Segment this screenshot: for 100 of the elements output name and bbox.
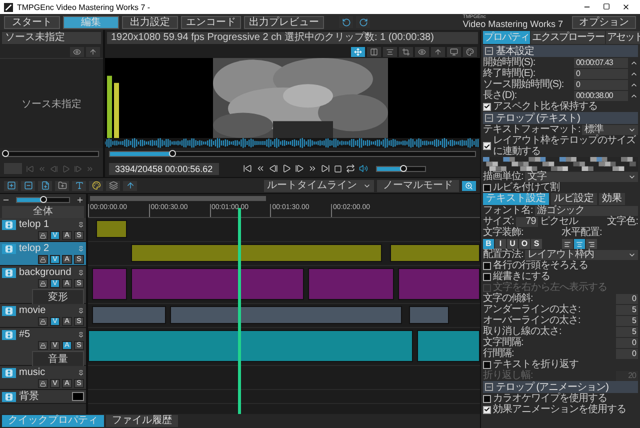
section-header[interactable]: テロップ (テキスト)	[483, 112, 638, 124]
slider-thumb[interactable]	[400, 164, 407, 172]
lock-button[interactable]	[38, 279, 48, 288]
rewind-icon[interactable]	[256, 164, 265, 173]
dropdown[interactable]: 標準	[582, 124, 638, 134]
eye-icon[interactable]	[70, 47, 84, 57]
clip[interactable]	[390, 244, 480, 262]
clip[interactable]	[308, 268, 394, 300]
volume-icon[interactable]	[358, 164, 368, 173]
tab[interactable]: 効果	[599, 193, 625, 205]
step-back-icon[interactable]	[268, 164, 278, 173]
stop-icon[interactable]	[334, 164, 342, 172]
undo-button[interactable]	[339, 16, 353, 28]
checkbox[interactable]	[483, 262, 491, 270]
step-tab[interactable]: スタート	[4, 16, 60, 28]
collapse-icon[interactable]	[485, 383, 493, 391]
fit-button[interactable]: 全体	[2, 206, 84, 218]
skip-back-icon[interactable]	[242, 164, 252, 173]
mode-button[interactable]: ノーマルモード	[377, 180, 459, 192]
pin-icon[interactable]	[78, 222, 84, 228]
size-field[interactable]: 79	[516, 216, 538, 226]
lock-button[interactable]	[38, 379, 48, 388]
number-field[interactable]: 5	[616, 326, 638, 336]
number-field[interactable]: 0	[616, 348, 638, 358]
fast-forward-icon[interactable]	[308, 164, 317, 173]
timeline-dropdown[interactable]: ルートタイムライン	[264, 180, 374, 192]
pin-icon[interactable]	[78, 270, 84, 276]
dropdown[interactable]: 文字	[525, 172, 638, 182]
text-icon[interactable]	[72, 180, 86, 190]
lock-button[interactable]	[38, 317, 48, 326]
align-button[interactable]	[574, 239, 584, 249]
slider-thumb[interactable]	[2, 150, 9, 157]
checkbox[interactable]	[483, 102, 491, 110]
slider[interactable]	[376, 166, 426, 172]
clip[interactable]	[96, 220, 128, 238]
step-forward-icon[interactable]	[294, 164, 304, 173]
clip[interactable]	[92, 306, 166, 324]
step-tab[interactable]: エンコード	[181, 16, 241, 28]
lock-button[interactable]	[38, 341, 48, 350]
number-field[interactable]: 5	[616, 316, 638, 326]
skip-forward-icon[interactable]	[320, 164, 330, 173]
style-button[interactable]: O	[519, 239, 530, 249]
columns-icon[interactable]	[367, 47, 381, 57]
align-button[interactable]	[586, 239, 596, 249]
tab[interactable]: ルビ設定	[551, 193, 597, 205]
color-swatch[interactable]	[72, 392, 84, 401]
clip[interactable]	[131, 244, 382, 262]
clip[interactable]	[417, 330, 480, 362]
pin-icon[interactable]	[78, 332, 84, 338]
clip[interactable]	[131, 268, 304, 300]
zoom-icon[interactable]	[462, 180, 476, 190]
crop-icon[interactable]	[399, 47, 413, 57]
clip[interactable]	[92, 268, 128, 300]
time-field[interactable]: 00:00:07.43	[574, 58, 628, 68]
time-field[interactable]: 0	[574, 68, 628, 78]
checkbox[interactable]	[483, 142, 491, 150]
checkbox[interactable]	[483, 406, 491, 414]
slider-thumb[interactable]	[40, 196, 47, 203]
track-header[interactable]: 背景	[0, 390, 86, 404]
collapse-icon[interactable]	[485, 47, 493, 55]
collapse-icon[interactable]	[485, 114, 493, 122]
slider-thumb[interactable]	[169, 150, 176, 157]
repeat-icon[interactable]	[346, 164, 355, 173]
checkbox[interactable]	[483, 184, 491, 192]
options-button[interactable]: オプション	[572, 16, 636, 28]
style-button[interactable]: U	[507, 239, 518, 249]
number-field[interactable]: 5	[616, 304, 638, 314]
tab[interactable]: エクスプローラー	[531, 31, 605, 44]
add-track-icon[interactable]	[4, 180, 18, 190]
checkbox[interactable]	[483, 394, 491, 402]
add-file-icon[interactable]	[38, 180, 52, 190]
source-field[interactable]: ソース未指定	[2, 32, 101, 44]
section-header[interactable]: テロップ (アニメーション)	[483, 381, 638, 393]
time-field[interactable]: 00:00:38.00	[574, 90, 628, 100]
section-header[interactable]: 基本設定	[483, 45, 638, 57]
time-field[interactable]: 0	[574, 80, 628, 90]
add-folder-icon[interactable]	[55, 180, 69, 190]
clip[interactable]	[398, 268, 480, 300]
lock-button[interactable]	[38, 255, 48, 264]
align-center-icon[interactable]	[383, 47, 397, 57]
pin-icon[interactable]	[78, 370, 84, 376]
eye-icon[interactable]	[415, 47, 429, 57]
font-field[interactable]: 游ゴシック	[534, 206, 638, 216]
slider[interactable]	[16, 197, 70, 203]
checkbox[interactable]	[483, 272, 491, 280]
lock-button[interactable]	[38, 231, 48, 240]
dropdown[interactable]: レイアウト枠内	[525, 250, 638, 260]
layers-icon[interactable]	[106, 180, 120, 190]
align-button[interactable]	[562, 239, 572, 249]
slider[interactable]	[4, 151, 99, 157]
step-tab[interactable]: 出力プレビュー	[244, 16, 324, 28]
move-icon[interactable]	[351, 47, 365, 57]
step-tab[interactable]: 出力設定	[122, 16, 178, 28]
number-field[interactable]: 0	[616, 294, 638, 304]
remove-track-icon[interactable]	[21, 180, 35, 190]
pin-icon[interactable]	[78, 308, 84, 314]
style-button[interactable]: S	[531, 239, 542, 249]
clip[interactable]	[88, 330, 414, 362]
number-field[interactable]: 0	[616, 338, 638, 348]
clip[interactable]	[170, 306, 402, 324]
